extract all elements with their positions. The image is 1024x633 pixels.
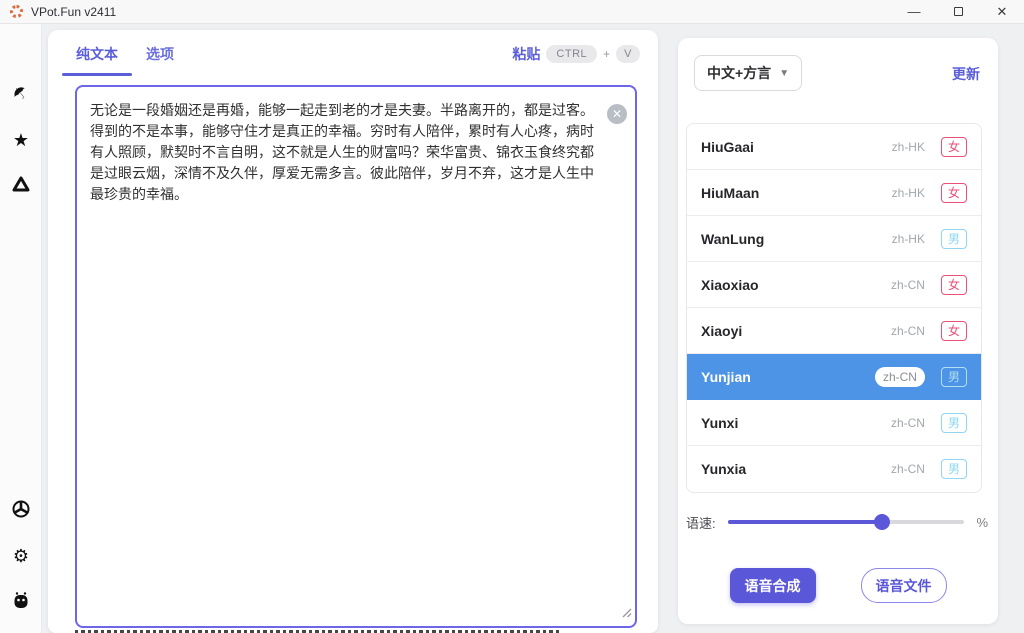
voice-name: HiuMaan <box>701 185 892 201</box>
speed-slider-thumb[interactable] <box>874 514 890 530</box>
maximize-icon <box>954 7 963 16</box>
voice-lang-badge: zh-CN <box>891 324 925 338</box>
voice-row[interactable]: Xiaoxiao zh-CN 女 <box>687 262 981 308</box>
app-window: VPot.Fun v2411 — ✕ ☂ ★ ⚙ <box>0 0 1024 633</box>
text-input[interactable]: 无论是一段婚姻还是再婚，能够一起走到老的才是夫妻。半路离开的，都是过客。得到的不… <box>75 85 637 628</box>
minimize-button[interactable]: — <box>892 0 936 24</box>
voice-gender-badge: 女 <box>941 275 967 295</box>
close-button[interactable]: ✕ <box>980 0 1024 24</box>
tab-plain-text[interactable]: 纯文本 <box>62 30 132 78</box>
language-select-value: 中文+方言 <box>707 63 771 83</box>
voice-row[interactable]: Yunxia zh-CN 男 <box>687 446 981 492</box>
left-icon-rail: ☂ ★ ⚙ <box>0 24 42 633</box>
editor-panel: 纯文本 选项 粘贴 CTRL + V 无论是一段婚姻还是再婚，能够一起走到老的才… <box>48 30 658 633</box>
window-controls: — ✕ <box>892 0 1024 24</box>
shutter-icon[interactable] <box>0 500 42 518</box>
paste-button[interactable]: 粘贴 <box>512 44 540 64</box>
voice-gender-badge: 女 <box>941 183 967 203</box>
voice-row[interactable]: Yunxi zh-CN 男 <box>687 400 981 446</box>
voice-lang-badge: zh-CN <box>875 367 925 387</box>
voice-file-button[interactable]: 语音文件 <box>861 568 947 603</box>
voice-lang-badge: zh-CN <box>891 416 925 430</box>
umbrella-icon[interactable]: ☂ <box>0 84 42 102</box>
voice-gender-badge: 男 <box>941 413 967 433</box>
voice-gender-badge: 女 <box>941 137 967 157</box>
ctrl-key-badge: CTRL <box>546 45 597 63</box>
voice-row[interactable]: WanLung zh-HK 男 <box>687 216 981 262</box>
voice-row[interactable]: Yunjian zh-CN 男 <box>687 354 981 400</box>
synthesize-button[interactable]: 语音合成 <box>730 568 816 603</box>
workspace: ☂ ★ ⚙ 纯文本 <box>0 24 1024 633</box>
language-select[interactable]: 中文+方言 ▼ <box>694 55 802 91</box>
voice-gender-badge: 男 <box>941 459 967 479</box>
voice-row[interactable]: HiuGaai zh-HK 女 <box>687 124 981 170</box>
voice-name: HiuGaai <box>701 139 892 155</box>
clear-text-icon[interactable]: ✕ <box>607 104 627 124</box>
editor-tabbar: 纯文本 选项 粘贴 CTRL + V <box>48 30 658 78</box>
action-buttons: 语音合成 语音文件 <box>678 568 998 603</box>
text-editor-wrap: 无论是一段婚姻还是再婚，能够一起走到老的才是夫妻。半路离开的，都是过客。得到的不… <box>75 85 637 628</box>
voice-lang-badge: zh-HK <box>892 140 925 154</box>
voice-list: HiuGaai zh-HK 女 HiuMaan zh-HK 女 WanLung … <box>686 123 982 493</box>
robot-icon[interactable] <box>0 592 42 609</box>
resize-handle-icon[interactable] <box>622 605 632 623</box>
plus-sign: + <box>603 47 610 61</box>
voice-name: Xiaoxiao <box>701 277 891 293</box>
speed-unit: % <box>976 515 988 530</box>
voice-row[interactable]: Xiaoyi zh-CN 女 <box>687 308 981 354</box>
gear-icon[interactable]: ⚙ <box>0 547 42 565</box>
voice-name: Yunxia <box>701 461 891 477</box>
chevron-down-icon: ▼ <box>779 68 789 79</box>
update-link[interactable]: 更新 <box>952 64 980 84</box>
voice-gender-badge: 男 <box>941 229 967 249</box>
voice-panel: 中文+方言 ▼ 更新 HiuGaai zh-HK 女 HiuMaan zh-HK… <box>678 38 998 624</box>
maximize-button[interactable] <box>936 0 980 24</box>
title-bar: VPot.Fun v2411 — ✕ <box>0 0 1024 24</box>
paste-hint: 粘贴 CTRL + V <box>512 44 640 64</box>
app-logo-icon <box>10 5 23 18</box>
star-icon[interactable]: ★ <box>0 131 42 149</box>
voice-name: Yunxi <box>701 415 891 431</box>
v-key-badge: V <box>616 45 640 63</box>
voice-name: Yunjian <box>701 369 875 385</box>
voice-gender-badge: 男 <box>941 367 967 387</box>
voice-name: Xiaoyi <box>701 323 891 339</box>
voice-gender-badge: 女 <box>941 321 967 341</box>
window-title: VPot.Fun v2411 <box>31 5 116 19</box>
voice-lang-badge: zh-CN <box>891 462 925 476</box>
voice-name: WanLung <box>701 231 892 247</box>
speed-slider-fill <box>728 520 882 524</box>
voice-lang-badge: zh-CN <box>891 278 925 292</box>
voice-row[interactable]: HiuMaan zh-HK 女 <box>687 170 981 216</box>
mountain-icon[interactable] <box>0 176 42 192</box>
speed-slider[interactable] <box>728 514 965 530</box>
speed-label: 语速: <box>686 513 716 532</box>
speed-control: 语速: % <box>686 508 988 536</box>
voice-lang-badge: zh-HK <box>892 186 925 200</box>
tab-options[interactable]: 选项 <box>132 30 188 78</box>
voice-lang-badge: zh-HK <box>892 232 925 246</box>
